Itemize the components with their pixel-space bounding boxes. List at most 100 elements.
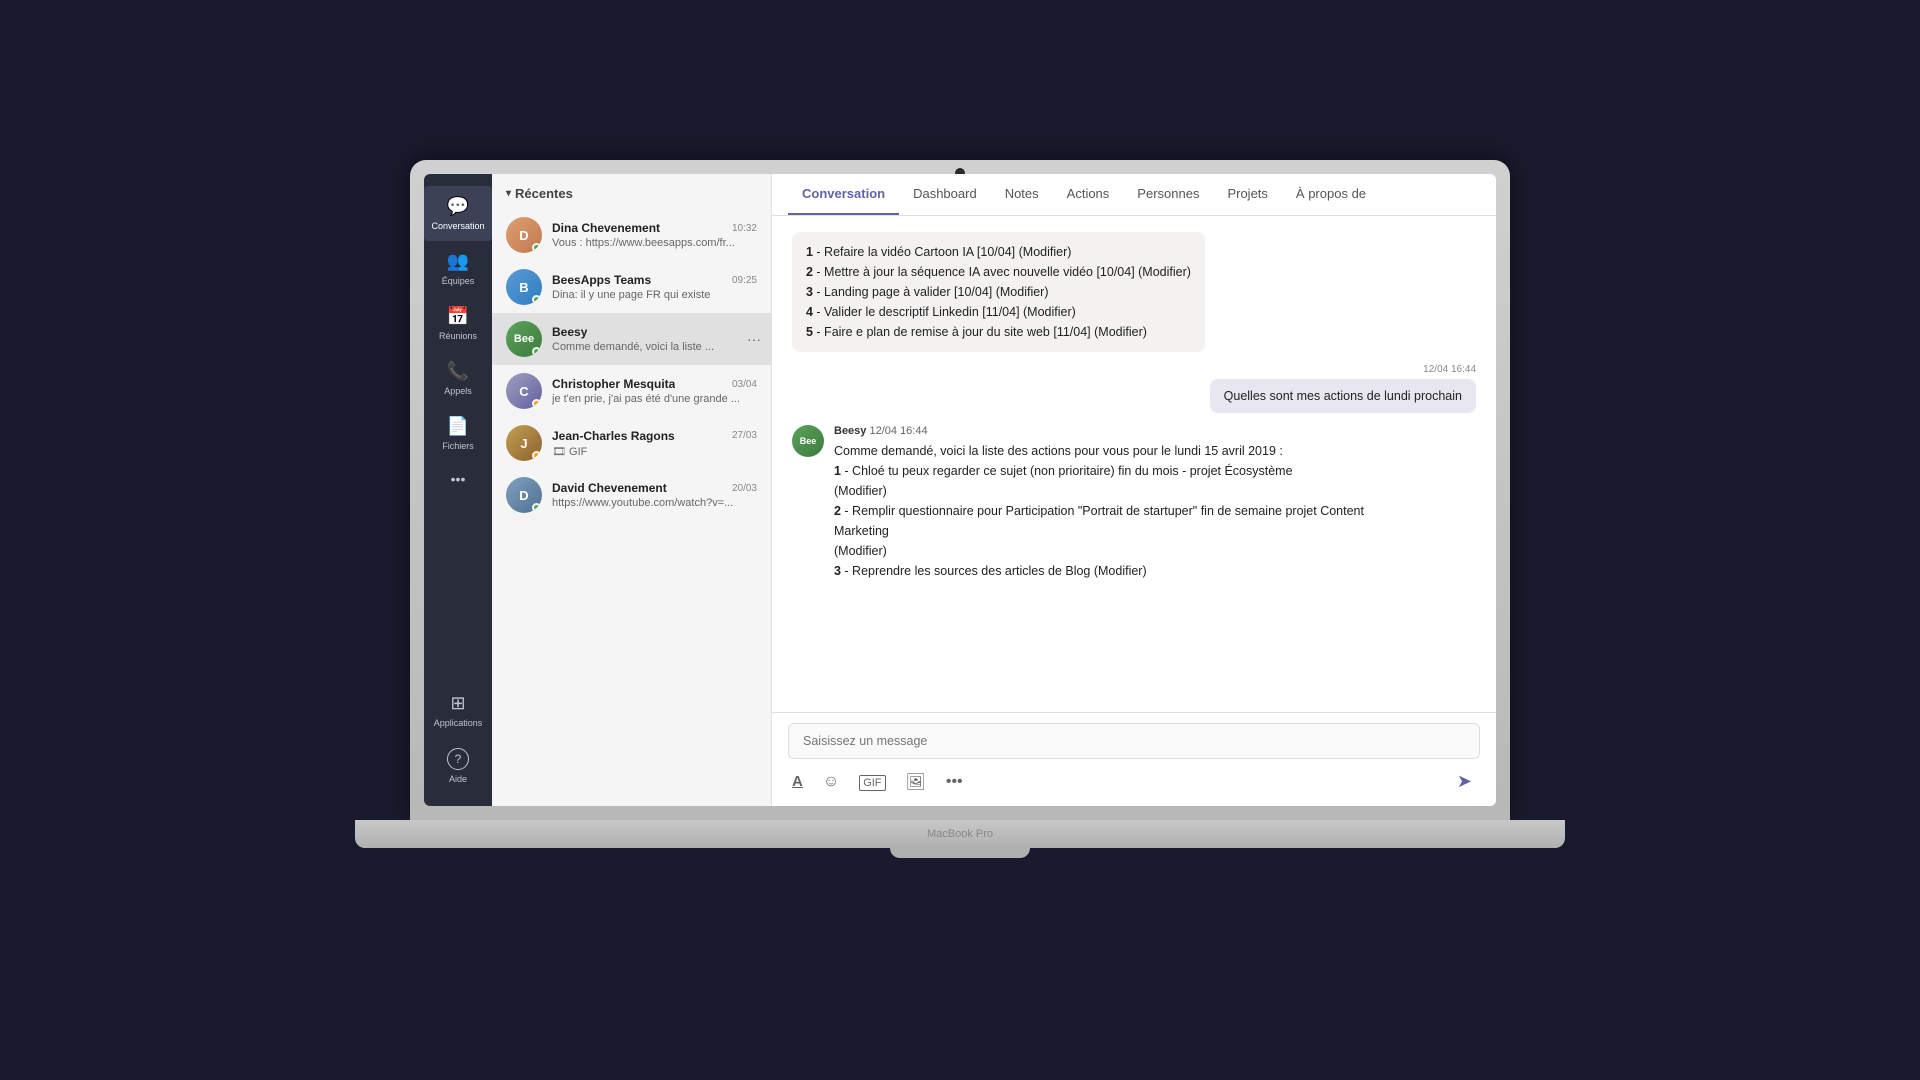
chat-preview-jean-charles: 🎞 GIF <box>552 445 757 458</box>
tab-conversation[interactable]: Conversation <box>788 174 899 215</box>
messages-area: 1 - Refaire la vidéo Cartoon IA [10/04] … <box>772 216 1496 712</box>
conversation-icon: 💬 <box>447 196 469 217</box>
chat-info-christopher: Christopher Mesquita 03/04 je t'en prie,… <box>552 377 757 405</box>
macbook-container: 💬 Conversation 👥 Équipes 📅 Réunions 📞 Ap… <box>410 160 1510 920</box>
tab-notes[interactable]: Notes <box>991 174 1053 215</box>
beesy-avatar-msg: Bee <box>792 425 824 457</box>
toolbar-left: A ☺ GIF 🖼 <box>788 768 967 796</box>
tab-apropos[interactable]: À propos de <box>1282 174 1380 215</box>
msg-line-5: 5 - Faire e plan de remise à jour du sit… <box>806 322 1191 342</box>
chat-name-dina: Dina Chevenement <box>552 221 660 235</box>
chat-time-david: 20/03 <box>732 483 757 494</box>
rail: 💬 Conversation 👥 Équipes 📅 Réunions 📞 Ap… <box>424 174 492 806</box>
chat-list-panel: ▾ Récentes D Dina Chevenement 10:32 <box>492 174 772 806</box>
msg-line-1: 1 - Refaire la vidéo Cartoon IA [10/04] … <box>806 242 1191 262</box>
macbook-base <box>355 820 1565 848</box>
avatar-christopher: C <box>506 373 542 409</box>
more-dots-icon: ••• <box>451 471 466 487</box>
msg-line-3: 3 - Landing page à valider [10/04] (Modi… <box>806 282 1191 302</box>
reunions-icon: 📅 <box>447 306 469 327</box>
chat-name-row-beesy: Beesy <box>552 325 757 339</box>
rail-item-aide[interactable]: ? Aide <box>424 738 492 794</box>
chat-item-christopher[interactable]: C Christopher Mesquita 03/04 je t'en pri… <box>492 365 771 417</box>
chat-preview-beesy: Comme demandé, voici la liste ... <box>552 341 757 353</box>
fichiers-icon: 📄 <box>447 416 469 437</box>
toolbar-row: A ☺ GIF 🖼 <box>788 767 1480 796</box>
chat-list-title: Récentes <box>515 186 573 201</box>
format-button[interactable]: A <box>788 769 807 795</box>
appels-icon: 📞 <box>447 361 469 382</box>
tab-personnes[interactable]: Personnes <box>1123 174 1213 215</box>
message-partial: 1 - Refaire la vidéo Cartoon IA [10/04] … <box>792 232 1205 352</box>
macbook-screen: 💬 Conversation 👥 Équipes 📅 Réunions 📞 Ap… <box>424 174 1496 806</box>
macbook-notch <box>890 848 1030 858</box>
aide-icon: ? <box>447 748 469 770</box>
chat-preview-christopher: je t'en prie, j'ai pas été d'une grande … <box>552 393 757 405</box>
avatar-jean-charles: J <box>506 425 542 461</box>
equipes-icon: 👥 <box>447 251 469 272</box>
rail-label-conversation: Conversation <box>431 221 484 231</box>
message-input[interactable] <box>788 723 1480 759</box>
chat-info-dina: Dina Chevenement 10:32 Vous : https://ww… <box>552 221 757 249</box>
chat-item-dina[interactable]: D Dina Chevenement 10:32 Vous : https://… <box>492 209 771 261</box>
rail-item-fichiers[interactable]: 📄 Fichiers <box>424 406 492 461</box>
chat-name-row-david: David Chevenement 20/03 <box>552 481 757 495</box>
rail-label-reunions: Réunions <box>439 331 477 341</box>
chat-name-christopher: Christopher Mesquita <box>552 377 675 391</box>
emoji-icon: ☺ <box>823 773 839 790</box>
format-icon: A <box>792 773 803 790</box>
emoji-button[interactable]: ☺ <box>819 769 843 795</box>
outgoing-wrapper: 12/04 16:44 Quelles sont mes actions de … <box>792 364 1476 413</box>
avatar-beesy: Bee <box>506 321 542 357</box>
msg-body-beesy: Beesy 12/04 16:44 Comme demandé, voici l… <box>834 425 1373 581</box>
tabs-bar: Conversation Dashboard Notes Actions Per… <box>772 174 1496 216</box>
msg-timestamp-beesy: 12/04 16:44 <box>869 425 927 437</box>
send-icon: ➤ <box>1457 771 1472 791</box>
chat-info-jean-charles: Jean-Charles Ragons 27/03 🎞 GIF <box>552 429 757 458</box>
chat-info-beesy: Beesy Comme demandé, voici la liste ... <box>552 325 757 353</box>
msg-line-4: 4 - Valider le descriptif Linkedin [11/0… <box>806 302 1191 322</box>
rail-item-conversation[interactable]: 💬 Conversation <box>424 186 492 241</box>
rail-label-fichiers: Fichiers <box>442 441 474 451</box>
msg-text-beesy: Comme demandé, voici la liste des action… <box>834 441 1373 581</box>
status-jean-charles <box>532 451 541 460</box>
tab-actions[interactable]: Actions <box>1053 174 1124 215</box>
incoming-message: Bee Beesy 12/04 16:44 Comme demandé, voi… <box>792 425 1373 581</box>
chat-item-beesy[interactable]: Bee Beesy Comme demandé, voici la liste … <box>492 313 771 365</box>
send-button[interactable]: ➤ <box>1449 767 1480 796</box>
rail-label-appels: Appels <box>444 386 472 396</box>
main-content: Conversation Dashboard Notes Actions Per… <box>772 174 1496 806</box>
avatar-beesapps-teams: B <box>506 269 542 305</box>
chat-name-jean-charles: Jean-Charles Ragons <box>552 429 675 443</box>
msg-sender-beesy: Beesy <box>834 425 866 437</box>
gif-button[interactable]: GIF <box>855 769 889 795</box>
chat-name-beesapps-teams: BeesApps Teams <box>552 273 651 287</box>
sticker-button[interactable]: 🖼 <box>902 768 930 796</box>
tab-dashboard[interactable]: Dashboard <box>899 174 991 215</box>
rail-item-more[interactable]: ••• <box>424 461 492 497</box>
toolbar-more-button[interactable]: ••• <box>942 769 967 795</box>
teams-app: 💬 Conversation 👥 Équipes 📅 Réunions 📞 Ap… <box>424 174 1496 806</box>
chat-item-david[interactable]: D David Chevenement 20/03 https://www.yo… <box>492 469 771 521</box>
status-beesy <box>532 347 541 356</box>
rail-item-applications[interactable]: ⊞ Applications <box>424 683 492 738</box>
status-dina <box>532 243 541 252</box>
avatar-david: D <box>506 477 542 513</box>
rail-item-appels[interactable]: 📞 Appels <box>424 351 492 406</box>
toolbar-more-icon: ••• <box>946 773 963 790</box>
chat-item-jean-charles[interactable]: J Jean-Charles Ragons 27/03 🎞 GIF <box>492 417 771 469</box>
chat-info-david: David Chevenement 20/03 https://www.yout… <box>552 481 757 509</box>
rail-item-equipes[interactable]: 👥 Équipes <box>424 241 492 296</box>
rail-bottom: ⊞ Applications ? Aide <box>424 683 492 794</box>
avatar-dina: D <box>506 217 542 253</box>
chat-name-row-christopher: Christopher Mesquita 03/04 <box>552 377 757 391</box>
chat-item-beesapps-teams[interactable]: B BeesApps Teams 09:25 Dina: il y une pa… <box>492 261 771 313</box>
chat-preview-david: https://www.youtube.com/watch?v=... <box>552 497 757 509</box>
rail-label-equipes: Équipes <box>442 276 475 286</box>
status-christopher <box>532 399 541 408</box>
tab-projets[interactable]: Projets <box>1213 174 1281 215</box>
chat-name-row-dina: Dina Chevenement 10:32 <box>552 221 757 235</box>
rail-item-reunions[interactable]: 📅 Réunions <box>424 296 492 351</box>
chat-name-row-jean-charles: Jean-Charles Ragons 27/03 <box>552 429 757 443</box>
beesy-more-icon[interactable]: ··· <box>747 331 761 347</box>
